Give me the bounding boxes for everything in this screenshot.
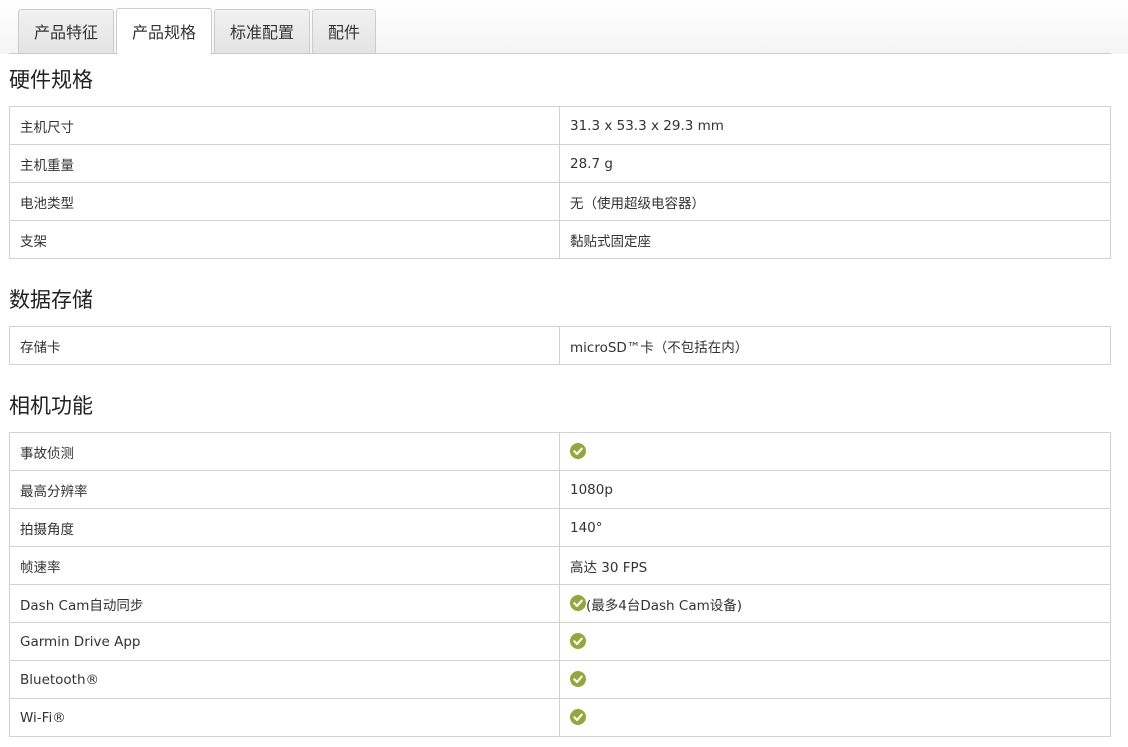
table-row: Wi-Fi® — [9, 698, 1111, 737]
table-row: 存储卡 microSD™卡（不包括在内） — [9, 326, 1111, 365]
section-title-storage: 数据存储 — [9, 288, 93, 312]
table-row: Bluetooth® — [9, 660, 1111, 699]
tab-product-features[interactable]: 产品特征 — [18, 9, 115, 54]
spec-table-camera: 事故侦测 最高分辨率 1080p 拍摄角度 140° 帧速率 高达 30 FPS… — [9, 432, 1111, 737]
table-row: 主机重量 28.7 g — [9, 144, 1111, 183]
spec-label: 拍摄角度 — [9, 508, 560, 547]
spec-label: 主机尺寸 — [9, 106, 560, 145]
section-title-hardware: 硬件规格 — [9, 68, 93, 92]
spec-value: 高达 30 FPS — [559, 546, 1111, 585]
check-icon — [570, 632, 586, 649]
spec-value: 无（使用超级电容器） — [559, 182, 1111, 221]
table-row: 电池类型 无（使用超级电容器） — [9, 182, 1111, 221]
spec-value: 140° — [559, 508, 1111, 547]
spec-value — [559, 698, 1111, 737]
spec-value — [559, 432, 1111, 471]
section-title-camera: 相机功能 — [9, 394, 93, 418]
spec-label: 主机重量 — [9, 144, 560, 183]
check-icon — [570, 442, 586, 459]
table-row: 主机尺寸 31.3 x 53.3 x 29.3 mm — [9, 106, 1111, 145]
spec-table-storage: 存储卡 microSD™卡（不包括在内） — [9, 326, 1111, 365]
spec-value: 31.3 x 53.3 x 29.3 mm — [559, 106, 1111, 145]
spec-value — [559, 660, 1111, 699]
spec-value: 1080p — [559, 470, 1111, 509]
spec-label: Bluetooth® — [9, 660, 560, 699]
tab-accessories[interactable]: 配件 — [312, 9, 377, 54]
sync-device-note: (最多4台Dash Cam设备) — [586, 597, 743, 614]
spec-label: Dash Cam自动同步 — [9, 584, 560, 623]
spec-value: 28.7 g — [559, 144, 1111, 183]
check-icon — [570, 594, 586, 611]
spec-label: 支架 — [9, 220, 560, 259]
specs-content: 硬件规格 主机尺寸 31.3 x 53.3 x 29.3 mm 主机重量 28.… — [0, 54, 1128, 737]
spec-value: (最多4台Dash Cam设备) — [559, 584, 1111, 623]
spec-label: 电池类型 — [9, 182, 560, 221]
spec-label: Garmin Drive App — [9, 622, 560, 661]
table-row: Dash Cam自动同步 (最多4台Dash Cam设备) — [9, 584, 1111, 623]
table-row: 支架 黏贴式固定座 — [9, 220, 1111, 259]
spec-label: Wi-Fi® — [9, 698, 560, 737]
spec-value — [559, 622, 1111, 661]
check-icon — [570, 708, 586, 725]
spec-value: microSD™卡（不包括在内） — [559, 326, 1111, 365]
table-row: 帧速率 高达 30 FPS — [9, 546, 1111, 585]
spec-table-hardware: 主机尺寸 31.3 x 53.3 x 29.3 mm 主机重量 28.7 g 电… — [9, 106, 1111, 259]
tab-bar: 产品特征 产品规格 标准配置 配件 — [0, 0, 1128, 55]
spec-label: 最高分辨率 — [9, 470, 560, 509]
table-row: 最高分辨率 1080p — [9, 470, 1111, 509]
tab-product-specs[interactable]: 产品规格 — [116, 8, 213, 55]
check-icon — [570, 670, 586, 687]
spec-value: 黏贴式固定座 — [559, 220, 1111, 259]
spec-label: 事故侦测 — [9, 432, 560, 471]
table-row: 事故侦测 — [9, 432, 1111, 471]
spec-label: 帧速率 — [9, 546, 560, 585]
table-row: Garmin Drive App — [9, 622, 1111, 661]
tab-list: 产品特征 产品规格 标准配置 配件 — [18, 7, 378, 55]
spec-label: 存储卡 — [9, 326, 560, 365]
tab-standard-config[interactable]: 标准配置 — [214, 9, 311, 54]
table-row: 拍摄角度 140° — [9, 508, 1111, 547]
